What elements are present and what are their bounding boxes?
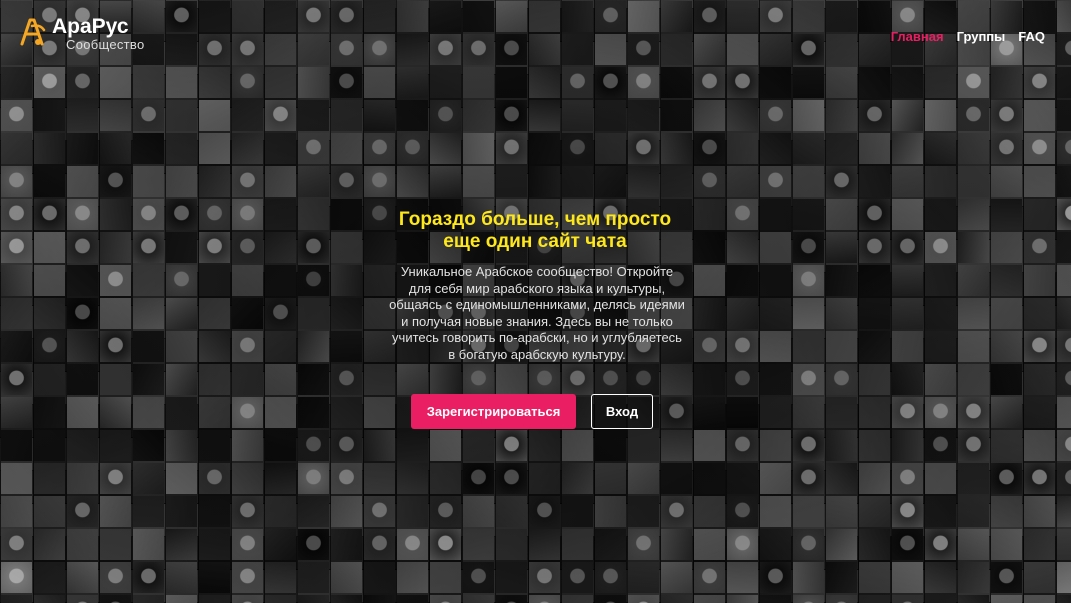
hero-text-line: для себя мир арабского языка и культуры,	[408, 280, 666, 296]
hero-description: Уникальное Арабское сообщество! Откройте…	[376, 264, 698, 363]
hero-text-line: и получая новые знания. Здесь вы не толь…	[401, 313, 673, 329]
register-button[interactable]: Зарегистрироваться	[411, 394, 576, 429]
nav-item-groups[interactable]: Группы	[957, 29, 1006, 44]
hero-text-line: Уникальное Арабское сообщество! Откройте	[400, 264, 674, 279]
logo-text: АраРус Сообщество	[52, 16, 145, 52]
nav-item-home[interactable]: Главная	[891, 29, 944, 44]
main-nav: Главная Группы FAQ	[891, 29, 1045, 44]
logo[interactable]: АраРус Сообщество	[18, 16, 145, 52]
hero-title-line-2: еще один сайт чата	[443, 231, 627, 252]
hero-title: Гораздо больше, чем просто еще один сайт…	[335, 209, 735, 253]
landing-page: АраРус Сообщество Главная Группы FAQ Гор…	[0, 0, 1071, 603]
hero-title-line-1: Гораздо больше, чем просто	[398, 209, 672, 230]
hero-text-line: в богатую арабскую культуру.	[448, 346, 626, 362]
logo-icon	[20, 18, 46, 46]
header: АраРус Сообщество Главная Группы FAQ	[0, 0, 1071, 70]
hero-text-line: учитесь говорить по-арабски, но и углубл…	[392, 330, 682, 345]
brand-name: АраРус	[52, 15, 129, 38]
hero-text-line: общаясь с единомышленниками, делясь идея…	[389, 297, 685, 312]
nav-item-faq[interactable]: FAQ	[1018, 29, 1045, 44]
login-button[interactable]: Вход	[591, 394, 653, 429]
brand-subtitle: Сообщество	[66, 37, 145, 52]
